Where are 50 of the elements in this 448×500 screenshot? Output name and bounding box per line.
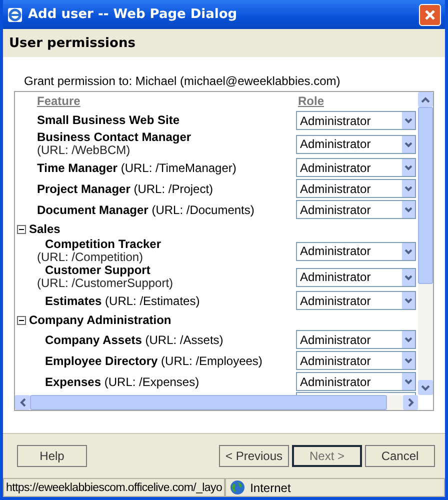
dialog-button[interactable]: < Previous — [219, 445, 289, 468]
feature-label: Document Manager (URL: /Documents) — [37, 202, 256, 217]
scroll-thumb[interactable] — [418, 107, 433, 284]
role-dropdown[interactable]: Administrator — [296, 158, 416, 178]
role-dropdown[interactable]: Administrator — [296, 179, 416, 198]
close-icon — [424, 8, 436, 21]
scroll-up-icon[interactable] — [421, 96, 430, 103]
group-title: Company Administration — [29, 313, 172, 328]
dialog-button[interactable]: Help — [17, 445, 87, 468]
feature-url: (URL: /WebBCM) — [37, 144, 132, 158]
close-button[interactable] — [419, 4, 441, 26]
feature-url: (URL: /CustomerSupport) — [37, 277, 174, 290]
group-title: Sales — [29, 222, 60, 236]
role-dropdown[interactable]: Administrator — [296, 111, 416, 130]
collapse-icon[interactable] — [17, 316, 26, 325]
feature-label: Company Assets (URL: /Assets) — [44, 332, 224, 347]
scroll-left-icon[interactable] — [20, 398, 26, 408]
role-dropdown[interactable]: Administrator — [296, 268, 416, 287]
role-dropdown[interactable]: Administrator — [296, 134, 416, 154]
scroll-down-icon[interactable] — [421, 384, 430, 391]
dialog-button[interactable]: Next > — [292, 445, 362, 468]
role-dropdown[interactable]: Administrator — [296, 330, 416, 350]
feature-label: Project Manager (URL: /Project) — [37, 182, 214, 196]
feature-label: Employee Directory (URL: /Employees) — [44, 354, 264, 368]
column-header[interactable]: Role — [298, 94, 418, 108]
feature-name: Small Business Web Site — [37, 114, 180, 128]
browser-icon — [7, 6, 23, 23]
feature-name: Competition Tracker — [44, 238, 162, 252]
zone-label: Internet — [250, 480, 291, 495]
dialog-button[interactable]: Cancel — [365, 445, 435, 468]
feature-name: Business Contact Manager — [37, 131, 192, 144]
role-dropdown[interactable]: Administrator — [296, 372, 416, 392]
role-dropdown[interactable]: Administrator — [296, 291, 416, 310]
feature-name: Customer Support — [45, 264, 152, 278]
feature-label: Expenses (URL: /Expenses) — [44, 374, 200, 389]
feature-label: Estimates (URL: /Estimates) — [44, 294, 201, 308]
collapse-icon[interactable] — [17, 224, 26, 234]
status-url: https://eweeklabbiescom.officelive.com/_layo — [3, 478, 226, 497]
vertical-scrollbar[interactable] — [418, 92, 433, 396]
feature-url: (URL: /Competition) — [37, 251, 144, 264]
globe-icon — [230, 480, 246, 496]
role-dropdown[interactable]: Administrator — [296, 200, 416, 220]
window-title: Add user -- Web Page Dialog — [28, 7, 238, 22]
section-heading: User permissions — [9, 36, 136, 51]
role-dropdown[interactable]: Administrator — [296, 351, 416, 370]
column-header[interactable]: Feature — [37, 94, 80, 108]
feature-label: Time Manager (URL: /TimeManager) — [37, 160, 238, 175]
scroll-right-icon[interactable] — [408, 398, 414, 408]
grant-text: Grant permission to: Michael (michael@eweeklabbies.com) — [23, 73, 342, 90]
role-dropdown[interactable]: Administrator — [296, 242, 416, 261]
